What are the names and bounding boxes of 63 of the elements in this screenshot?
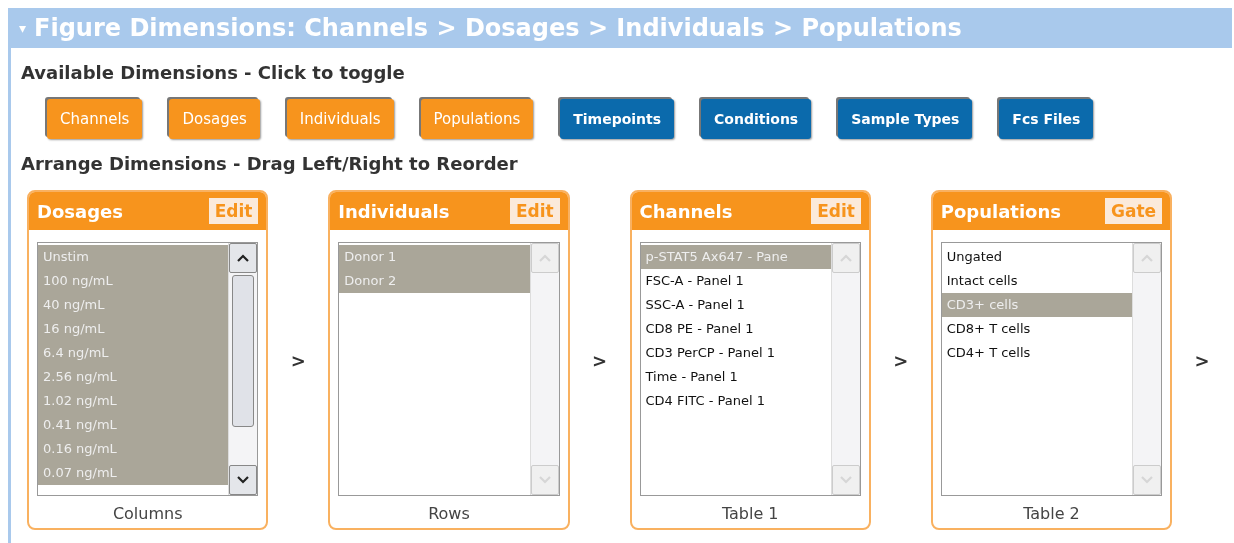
scroll-up-icon[interactable]: [237, 254, 250, 262]
list-item[interactable]: Donor 1: [339, 245, 530, 269]
dimension-toggle[interactable]: Sample Types: [838, 99, 973, 139]
list-item[interactable]: CD3 PerCP - Panel 1: [640, 341, 831, 365]
list-box[interactable]: Ungated Intact cells CD3+ cells CD8+ T cells CD4+ T cells: [940, 242, 1163, 496]
list-item[interactable]: CD4 FITC - Panel 1: [640, 389, 831, 413]
edit-button[interactable]: Edit: [509, 198, 560, 224]
list-item[interactable]: 0.07 ng/mL: [38, 461, 229, 485]
list-item[interactable]: Donor 2: [339, 269, 530, 293]
list-item[interactable]: 16 ng/mL: [38, 317, 229, 341]
scroll-down-icon[interactable]: [237, 476, 250, 484]
edit-button[interactable]: Edit: [208, 198, 259, 224]
list-item[interactable]: 100 ng/mL: [38, 269, 229, 293]
list-item[interactable]: 6.4 ng/mL: [38, 341, 229, 365]
list-item[interactable]: 0.16 ng/mL: [38, 437, 229, 461]
list-box[interactable]: p-STAT5 Ax647 - Pane FSC-A - Panel 1 SSC-A - Panel 1 CD8 PE - Panel 1 CD3 PerCP - Panel 1 Time - Panel 1 CD4 FITC - Panel 1: [639, 242, 861, 496]
list-item[interactable]: SSC-A - Panel 1: [640, 293, 831, 317]
dimension-card[interactable]: Channels Edit p-STAT5 Ax647 - Pane FSC-A - Panel 1 SSC-A - Panel 1 CD8 PE - Panel 1 CD3 PerCP - Panel 1 Time - Panel 1 CD4 FITC - Panel 1 Table 1: [629, 190, 871, 530]
dimension-toggle[interactable]: Channels: [47, 99, 143, 139]
list-item[interactable]: CD8 PE - Panel 1: [640, 317, 831, 341]
collapse-toggle[interactable]: ▾: [19, 20, 27, 36]
dimension-toggle[interactable]: Populations: [420, 99, 534, 139]
list-box[interactable]: Unstim 100 ng/mL 40 ng/mL 16 ng/mL 6.4 ng/mL 2.56 ng/mL 1.02 ng/mL 0.41 ng/mL 0.16 ng/mL 0.07 ng/mL: [37, 242, 259, 496]
card-footer: Table 2: [932, 504, 1171, 523]
list-item[interactable]: CD4+ T cells: [941, 341, 1133, 365]
list-item[interactable]: 40 ng/mL: [38, 293, 229, 317]
list-item[interactable]: p-STAT5 Ax647 - Pane: [640, 245, 831, 269]
card-footer: Table 1: [631, 504, 869, 523]
list-item[interactable]: CD8+ T cells: [941, 317, 1133, 341]
dimension-card[interactable]: Populations Gate Ungated Intact cells CD3+ cells CD8+ T cells CD4+ T cells Table 2: [930, 190, 1173, 530]
edit-button[interactable]: Edit: [811, 198, 861, 224]
section-title: Arrange Dimensions - Drag Left/Right to Reorder: [21, 153, 519, 174]
scrollbar[interactable]: [228, 243, 258, 495]
list-item[interactable]: 1.02 ng/mL: [38, 389, 229, 413]
list-item[interactable]: 2.56 ng/mL: [38, 365, 229, 389]
section-title: Available Dimensions - Click to toggle: [21, 62, 406, 83]
card-footer: Rows: [330, 504, 568, 523]
order-separator: >: [1193, 349, 1211, 371]
list-item[interactable]: CD3+ cells: [941, 293, 1133, 317]
order-separator: >: [892, 349, 910, 371]
list-item[interactable]: Unstim: [38, 245, 229, 269]
list-item[interactable]: Time - Panel 1: [640, 365, 831, 389]
list-item[interactable]: Ungated: [941, 245, 1133, 269]
list-box[interactable]: Donor 1 Donor 2: [338, 242, 560, 496]
card-title: Dosages: [37, 200, 123, 222]
card-title: Individuals: [338, 200, 450, 222]
list-item[interactable]: FSC-A - Panel 1: [640, 269, 831, 293]
dimension-toggle[interactable]: Timepoints: [560, 99, 675, 139]
dimension-card[interactable]: Individuals Edit Donor 1 Donor 2 Rows: [328, 190, 570, 530]
order-separator: >: [289, 349, 307, 371]
list-item[interactable]: Intact cells: [941, 269, 1133, 293]
order-separator: >: [591, 349, 609, 371]
dimension-toggle[interactable]: Fcs Files: [999, 99, 1094, 139]
card-footer: Columns: [29, 504, 267, 523]
list-item[interactable]: 0.41 ng/mL: [38, 413, 229, 437]
edit-button[interactable]: Gate: [1105, 198, 1163, 224]
dimension-card[interactable]: Dosages Edit Unstim 100 ng/mL 40 ng/mL 16 ng/mL 6.4 ng/mL 2.56 ng/mL 1.02 ng/mL 0.41 ng/mL 0.16 ng/mL 0.07 ng/mL Columns: [27, 190, 269, 530]
card-title: Populations: [940, 200, 1061, 222]
dimension-toggle[interactable]: Conditions: [701, 99, 812, 139]
header-title: Figure Dimensions: Channels > Dosages > Individuals > Populations: [34, 14, 962, 42]
dimension-toggle[interactable]: Dosages: [169, 99, 260, 139]
card-title: Channels: [639, 200, 733, 222]
dimension-toggle[interactable]: Individuals: [286, 99, 394, 139]
